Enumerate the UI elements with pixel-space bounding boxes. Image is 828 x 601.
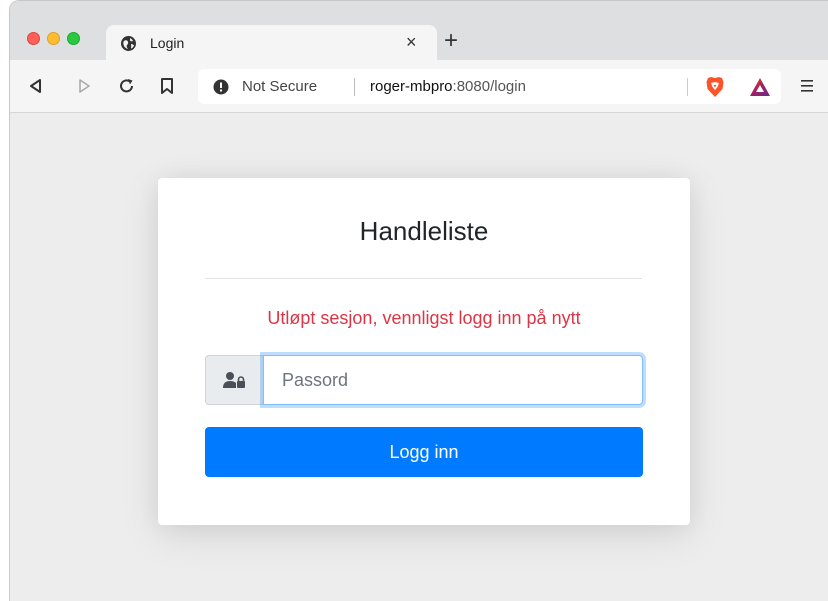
url-path: :8080/login <box>452 78 526 95</box>
brave-shield-icon[interactable] <box>705 76 725 98</box>
close-tab-icon[interactable]: × <box>406 32 417 52</box>
page-title: Handleliste <box>359 216 489 246</box>
security-indicator[interactable]: Not Secure <box>242 78 317 95</box>
login-card: Handleliste Utløpt sesjon, vennligst log… <box>158 178 690 525</box>
title-divider <box>205 278 642 279</box>
reload-icon[interactable] <box>118 77 136 95</box>
info-circle-icon[interactable] <box>213 79 229 95</box>
brave-rewards-triangle-icon[interactable] <box>749 77 771 97</box>
extension-divider <box>687 78 688 96</box>
page-viewport: Handleliste Utløpt sesjon, vennligst log… <box>10 113 828 601</box>
url-text[interactable]: roger-mbpro:8080/login <box>370 78 526 95</box>
password-input[interactable] <box>263 355 643 405</box>
browser-toolbar: Not Secure roger-mbpro:8080/login <box>10 60 828 113</box>
address-bar[interactable]: Not Secure roger-mbpro:8080/login <box>198 69 781 104</box>
close-window-button[interactable] <box>27 32 40 45</box>
url-host: roger-mbpro <box>370 78 453 95</box>
forward-icon[interactable] <box>75 77 93 95</box>
tab-login[interactable]: Login × <box>106 25 437 60</box>
session-expired-message: Utløpt sesjon, vennligst logg inn på nyt… <box>267 308 581 328</box>
new-tab-button[interactable]: + <box>444 28 458 54</box>
tab-strip: Login × + <box>10 1 828 60</box>
zoom-window-button[interactable] <box>67 32 80 45</box>
back-icon[interactable] <box>27 77 45 95</box>
user-lock-icon <box>205 355 263 405</box>
login-button[interactable]: Logg inn <box>205 427 643 477</box>
bookmark-icon[interactable] <box>158 77 176 95</box>
minimize-window-button[interactable] <box>47 32 60 45</box>
browser-window: Login × + Not Secure roger-mbpro:8080/lo… <box>9 0 828 601</box>
password-input-group <box>205 355 643 405</box>
tab-title: Login <box>150 35 185 51</box>
hamburger-menu-icon[interactable] <box>800 79 814 93</box>
omnibox-divider <box>354 78 355 96</box>
globe-icon <box>120 35 137 52</box>
